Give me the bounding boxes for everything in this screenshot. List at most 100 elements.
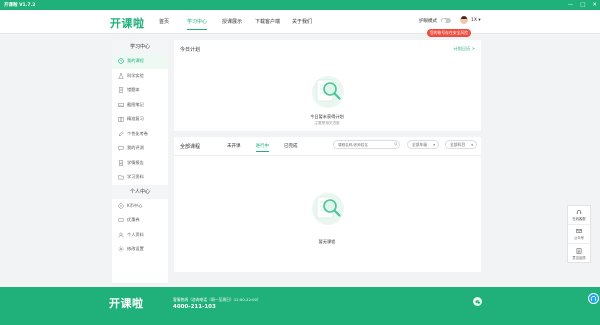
sidebar-item-label: 个性化考卷 — [127, 130, 148, 136]
nav-home[interactable]: 首页 — [159, 18, 169, 25]
notebook-icon — [118, 87, 124, 93]
sidebar-item-label: 学情报告 — [127, 159, 144, 165]
mail-icon — [576, 229, 582, 233]
tab-not-started[interactable]: 未开课 — [227, 143, 241, 149]
sidebar-item-label: 修改设置 — [127, 246, 144, 252]
grade-select-value: 全部年级 — [412, 142, 428, 147]
sidebar-header-personal: 个人中心 — [112, 184, 168, 199]
online-service-button[interactable]: 在线客服 — [568, 206, 590, 225]
footer: 开课啦 客服热线（咨询电话（周一至周日）12:00-22:00） 4000-21… — [0, 287, 600, 325]
headset-icon — [590, 296, 597, 301]
sidebar-item-precise-review[interactable]: 精准复习 — [112, 112, 168, 127]
window-controls: — □ ✕ — [568, 1, 597, 9]
official-account-button[interactable]: 公众号 — [568, 225, 590, 244]
sidebar-header-study: 学习中心 — [112, 40, 168, 54]
today-plan-title: 今日计划 — [180, 47, 201, 53]
float-tool-label: 意见反馈 — [572, 255, 586, 260]
book-icon — [118, 116, 124, 122]
divider — [174, 155, 481, 156]
today-plan-empty-text: 今日暂未获得计划 — [310, 114, 344, 119]
sidebar: 学习中心 我的课程 科学实验 错题本 截图笔记 精准复习 个性化考卷 我的评测 … — [112, 40, 168, 283]
sidebar-item-settings[interactable]: 修改设置 — [112, 242, 168, 257]
footer-phone: 4000-211-103 — [173, 304, 216, 310]
sidebar-item-personal-exam[interactable]: 个性化考卷 — [112, 127, 168, 142]
title-bar: 开课啦 V1.7.2 — □ ✕ — [0, 0, 600, 10]
all-courses-title: 全部课程 — [180, 144, 201, 150]
float-tool-label: 在线客服 — [572, 217, 586, 221]
sidebar-item-label: 科学实验 — [127, 72, 144, 78]
sidebar-item-k-coin[interactable]: K K币中心 — [112, 199, 168, 214]
plan-calendar-link[interactable]: 计划日历 > — [453, 46, 475, 52]
wechat-icon — [475, 299, 480, 304]
headset-icon — [576, 209, 582, 214]
eye-mode-label: 护眼模式 — [419, 19, 437, 24]
sidebar-item-label: 优惠券 — [127, 217, 140, 223]
sidebar-item-label: 个人资料 — [127, 231, 144, 237]
sidebar-item-my-evaluation[interactable]: 我的评测 — [112, 141, 168, 156]
sidebar-item-label: 学习资料 — [127, 174, 144, 180]
empty-search-illustration — [312, 193, 344, 225]
report-icon — [118, 160, 124, 166]
minimize-icon[interactable]: — — [568, 1, 574, 9]
all-courses-panel: 全部课程 未开课 进行中 已完成 全部年级 ▾ 全部科目 ▾ 暂无课程 — [174, 137, 481, 272]
today-plan-panel: 今日计划 计划日历 > 今日暂未获得计划 主要是相关进度 — [174, 40, 481, 131]
close-icon[interactable]: ✕ — [592, 1, 597, 9]
user-menu[interactable]: 1X ▾ — [471, 18, 481, 23]
nav-download-client[interactable]: 下载客户端 — [255, 18, 280, 25]
sidebar-item-label: 我的课程 — [127, 58, 144, 64]
footer-hotline-text: 客服热线（咨询电话（周一至周日）12:00-22:00） — [173, 297, 261, 302]
footer-wechat-button[interactable] — [473, 297, 482, 306]
image-icon — [118, 102, 124, 108]
sidebar-item-coupons[interactable]: 优惠券 — [112, 213, 168, 228]
subject-select[interactable]: 全部科目 ▾ — [445, 140, 477, 149]
nav-teaching-show[interactable]: 授课展示 — [222, 18, 242, 25]
pencil-icon — [118, 131, 124, 137]
logo[interactable]: 开课啦 — [110, 15, 145, 31]
gear-icon — [118, 246, 124, 252]
maximize-icon[interactable]: □ — [580, 1, 585, 9]
subject-select-value: 全部科目 — [450, 142, 466, 147]
svg-text:K: K — [120, 204, 122, 208]
eye-mode-toggle[interactable] — [441, 18, 451, 23]
app-title: 开课啦 V1.7.2 — [4, 3, 36, 8]
float-tool-label: 公众号 — [574, 236, 584, 240]
security-tip-badge[interactable]: 您的账号存在安全风险 — [427, 29, 471, 37]
tab-in-progress[interactable]: 进行中 — [255, 143, 269, 152]
footer-logo: 开课啦 — [109, 297, 144, 310]
courses-empty-text: 暂无课程 — [318, 239, 336, 244]
chevron-down-icon: ▾ — [433, 143, 435, 147]
sidebar-item-study-materials[interactable]: 学习资料 — [112, 170, 168, 185]
nav-study-center[interactable]: 学习中心 — [187, 18, 208, 30]
sidebar-item-label: 截图笔记 — [127, 101, 144, 107]
ticket-icon — [118, 217, 124, 223]
folder-icon — [118, 174, 124, 180]
empty-search-illustration — [312, 76, 344, 108]
chevron-down-icon: ▾ — [471, 143, 473, 147]
flask-icon — [118, 73, 124, 79]
sidebar-item-learning-report[interactable]: 学情报告 — [112, 156, 168, 171]
clock-icon — [118, 58, 124, 64]
sidebar-item-my-courses[interactable]: 我的课程 — [112, 54, 168, 69]
course-tabs: 未开课 进行中 已完成 — [227, 143, 298, 152]
sidebar-item-screenshot-notes[interactable]: 截图笔记 — [112, 98, 168, 113]
floating-toolbar: 在线客服 公众号 意见反馈 — [567, 205, 591, 263]
course-search-input[interactable] — [333, 140, 400, 149]
feedback-button[interactable]: 意见反馈 — [568, 244, 590, 263]
nav-about-us[interactable]: 关于我们 — [292, 18, 312, 25]
search-icon[interactable] — [394, 142, 398, 146]
tab-completed[interactable]: 已完成 — [284, 143, 298, 149]
sidebar-item-science-lab[interactable]: 科学实验 — [112, 69, 168, 84]
grade-select[interactable]: 全部年级 ▾ — [407, 140, 439, 149]
help-button[interactable] — [588, 293, 599, 304]
feedback-icon — [576, 247, 582, 254]
sidebar-item-profile[interactable]: 个人资料 — [112, 228, 168, 243]
sidebar-item-label: K币中心 — [127, 202, 143, 208]
user-icon — [118, 232, 124, 238]
today-plan-empty-subtext: 主要是相关进度 — [314, 121, 340, 125]
avatar[interactable] — [460, 16, 468, 24]
sidebar-item-label: 精准复习 — [127, 116, 144, 122]
sidebar-item-label: 我的评测 — [127, 145, 144, 151]
coin-icon: K — [118, 203, 124, 209]
sidebar-item-mistake-book[interactable]: 错题本 — [112, 83, 168, 98]
top-nav: 开课啦 首页 学习中心 授课展示 下载客户端 关于我们 护眼模式 1X ▾ 您的… — [0, 10, 600, 37]
